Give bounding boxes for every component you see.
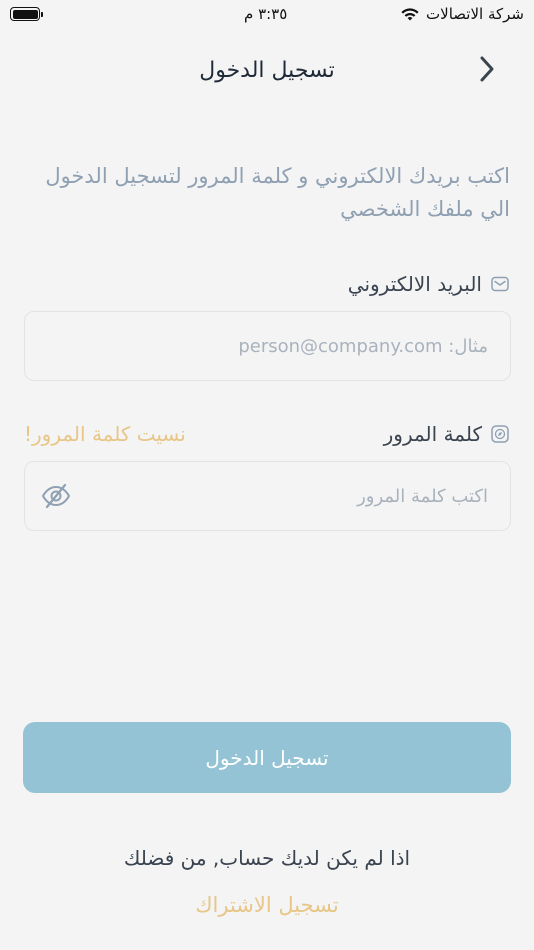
chevron-right-icon <box>480 56 494 82</box>
password-field[interactable] <box>25 462 510 530</box>
envelope-icon <box>490 274 510 294</box>
no-account-text: اذا لم يكن لديك حساب, من فضلك <box>123 846 411 870</box>
status-bar: شركة الاتصالات ٣:٣٥ م <box>0 0 534 30</box>
password-label-row: كلمة المرور <box>384 422 510 446</box>
status-time: ٣:٣٥ م <box>244 5 288 23</box>
wifi-icon <box>401 7 419 20</box>
email-label: البريد الالكتروني <box>347 272 482 296</box>
battery-icon <box>10 7 43 21</box>
signup-link[interactable]: تسجيل الاشتراك <box>0 893 534 917</box>
eye-off-icon <box>42 483 70 509</box>
page-title: تسجيل الدخول <box>199 58 335 83</box>
toggle-visibility-button[interactable] <box>39 479 73 513</box>
status-carrier: شركة الاتصالات <box>400 5 524 23</box>
email-field[interactable] <box>25 312 510 380</box>
carrier-name: شركة الاتصالات <box>426 5 524 23</box>
intro-text: اكتب بريدك الالكتروني و كلمة المرور لتسج… <box>45 164 510 221</box>
password-label: كلمة المرور <box>383 422 482 446</box>
forgot-password-link[interactable]: نسيت كلمة المرور! <box>24 422 186 446</box>
password-field-container <box>24 461 511 531</box>
login-button[interactable]: تسجيل الدخول <box>23 722 511 793</box>
back-button[interactable] <box>474 54 500 84</box>
email-field-container <box>24 311 511 381</box>
email-label-row: البريد الالكتروني <box>348 272 510 296</box>
compass-icon <box>490 424 510 444</box>
